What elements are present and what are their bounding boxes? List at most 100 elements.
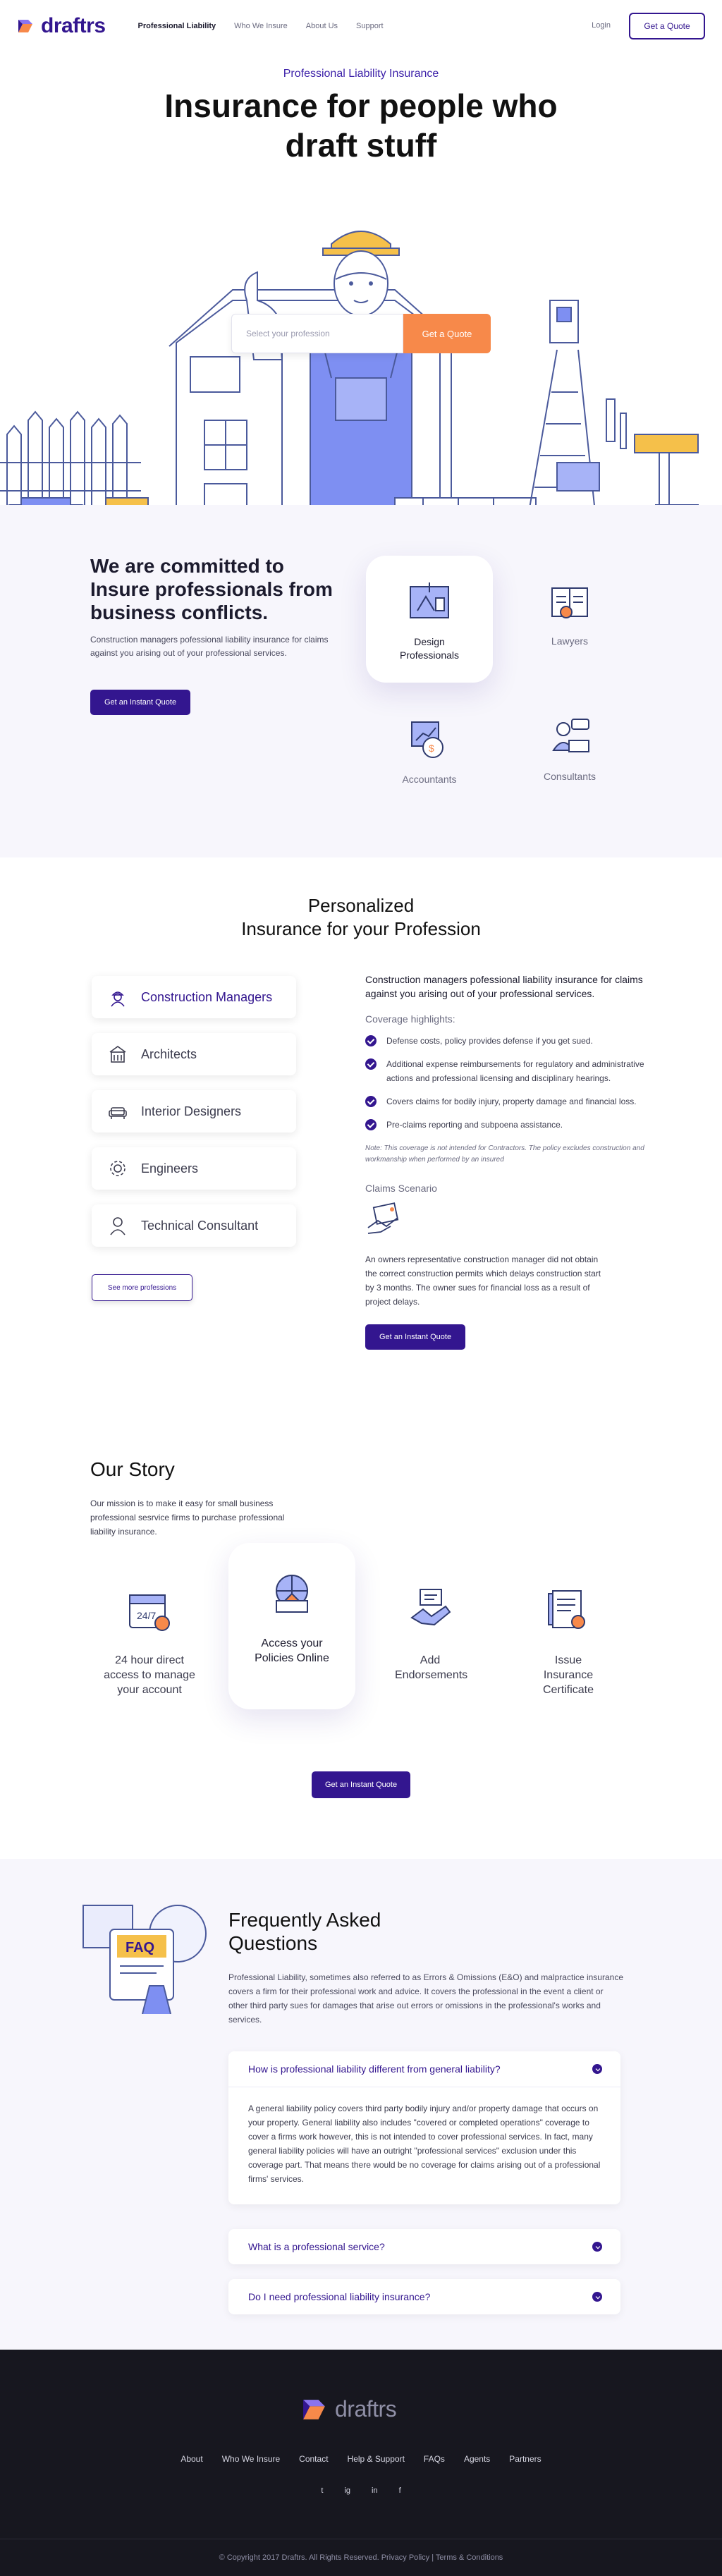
coverage-note: Note: This coverage is not intended for … <box>365 1144 644 1164</box>
claims-text: An owners representative construction ma… <box>365 1255 601 1307</box>
personalized-section: Personalized Insurance for your Professi… <box>0 857 722 1433</box>
chevron-down-icon[interactable] <box>592 2242 602 2252</box>
feature-label: Add Endorsements <box>395 1654 468 1681</box>
profession-detail: Construction managers pofessional liabil… <box>365 972 647 1350</box>
twitter-icon[interactable]: t <box>321 2486 323 2495</box>
coverage-item-text: Additional expense reimbursements for re… <box>386 1059 644 1083</box>
profession-item-label: Technical Consultant <box>141 1218 259 1233</box>
coverage-item-text: Pre-claims reporting and subpoena assist… <box>386 1120 563 1130</box>
profession-card-accountants[interactable]: $ Accountants <box>366 694 493 821</box>
facebook-icon[interactable]: f <box>399 2486 401 2495</box>
story-body: Our mission is to make it easy for small… <box>90 1498 285 1537</box>
footer-link-partners[interactable]: Partners <box>509 2454 541 2464</box>
architect-icon <box>109 1046 126 1063</box>
construction-worker-illustration <box>0 231 722 555</box>
nav-professional-liability[interactable]: Professional Liability <box>138 22 216 30</box>
nav-about-us[interactable]: About Us <box>306 22 338 30</box>
faq-section: FAQ Frequently Asked Questions Professio… <box>0 1859 722 2350</box>
faq-item-expanded: How is professional liability different … <box>228 2051 620 2204</box>
chevron-up-icon[interactable] <box>592 2064 602 2074</box>
nav-who-we-insure[interactable]: Who We Insure <box>234 22 288 30</box>
profession-item-label: Engineers <box>141 1161 199 1176</box>
profession-card-consultants[interactable]: Consultants <box>506 691 633 818</box>
see-more-professions-button[interactable]: See more professions <box>92 1274 192 1301</box>
footer-link-agents[interactable]: Agents <box>464 2454 490 2464</box>
logo-mark-icon <box>18 20 32 32</box>
personalized-title-line1: Personalized <box>307 895 415 916</box>
faq-description: Professional Liability, sometimes also r… <box>228 1972 623 2025</box>
calendar-24-7-icon: 24/7 <box>129 1594 170 1631</box>
feature-label: 24 hour direct access to manage your acc… <box>104 1654 195 1696</box>
claims-heading: Claims Scenario <box>365 1183 437 1194</box>
gear-icon <box>110 1161 126 1176</box>
login-link[interactable]: Login <box>592 21 611 30</box>
footer-link-about[interactable]: About <box>180 2454 202 2464</box>
coverage-item: Additional expense reimbursements for re… <box>365 1057 647 1085</box>
profession-label-design: Design Professionals <box>399 636 460 661</box>
footer-link-faqs[interactable]: FAQs <box>424 2454 445 2464</box>
hero-title-line2: draft stuff <box>285 127 437 164</box>
profession-item-architects[interactable]: Architects <box>92 1033 296 1075</box>
commitment-title: We are committed to Insure professionals… <box>90 555 333 623</box>
feature-label: Access your Policies Online <box>255 1637 329 1664</box>
consultant-icon <box>552 719 589 752</box>
hero-get-quote-button[interactable]: Get a Quote <box>403 314 491 353</box>
consultant-person-icon <box>110 1217 126 1235</box>
footer-link-contact[interactable]: Contact <box>299 2454 328 2464</box>
get-quote-button[interactable]: Get a Quote <box>629 13 705 39</box>
coverage-heading: Coverage highlights: <box>365 1013 455 1025</box>
faq-question[interactable]: How is professional liability different … <box>228 2051 620 2087</box>
profession-card-lawyers[interactable]: Lawyers <box>506 556 633 683</box>
coverage-item: Defense costs, policy provides defense i… <box>365 1034 647 1048</box>
commitment-quote-button[interactable]: Get an Instant Quote <box>90 690 190 715</box>
instagram-icon[interactable]: ig <box>344 2486 350 2495</box>
calculator-chart-icon: $ <box>411 721 443 758</box>
check-icon <box>365 1096 377 1107</box>
story-quote-button[interactable]: Get an Instant Quote <box>312 1771 410 1798</box>
profession-select[interactable]: Select your profession <box>231 314 403 353</box>
endorsement-handshake-icon <box>410 1589 451 1626</box>
feature-issue-certificate: Issue Insurance Certificate <box>505 1560 632 1726</box>
feature-add-endorsements: Add Endorsements <box>367 1560 494 1726</box>
chevron-down-icon[interactable] <box>592 2292 602 2302</box>
nav-support[interactable]: Support <box>356 22 384 30</box>
story-title: Our Story <box>90 1458 175 1480</box>
profession-item-construction-managers[interactable]: Construction Managers <box>92 976 296 1018</box>
hero-eyebrow: Professional Liability Insurance <box>283 68 439 80</box>
footer-link-help-support[interactable]: Help & Support <box>348 2454 405 2464</box>
faq-question-text: Do I need professional liability insuran… <box>248 2291 431 2302</box>
site-footer: draftrs About Who We Insure Contact Help… <box>0 2350 722 2576</box>
faq-question[interactable]: What is a professional service? <box>228 2229 620 2264</box>
footer-logo[interactable]: draftrs <box>301 2396 397 2422</box>
footer-link-who-we-insure[interactable]: Who We Insure <box>222 2454 280 2464</box>
faq-item: What is a professional service? <box>228 2229 620 2264</box>
personalized-quote-button[interactable]: Get an Instant Quote <box>365 1324 465 1350</box>
logo-mark-icon <box>303 2399 325 2419</box>
linkedin-icon[interactable]: in <box>372 2486 378 2495</box>
hero-quote-form: Select your profession Get a Quote <box>231 314 491 353</box>
commitment-section: We are committed to Insure professionals… <box>0 505 722 857</box>
coverage-item: Pre-claims reporting and subpoena assist… <box>365 1118 647 1132</box>
social-links: t ig in f <box>0 2486 722 2495</box>
profession-item-engineers[interactable]: Engineers <box>92 1147 296 1190</box>
faq-board-illustration: FAQ <box>82 1905 207 2014</box>
check-icon <box>365 1058 377 1070</box>
commitment-body: Construction managers pofessional liabil… <box>90 635 329 658</box>
logo-text: draftrs <box>41 14 106 37</box>
svg-text:$: $ <box>429 743 434 754</box>
hero: Professional Liability Insurance Insuran… <box>0 68 722 555</box>
profession-card-design[interactable]: Design Professionals <box>366 556 493 683</box>
profession-item-technical-consultant[interactable]: Technical Consultant <box>92 1204 296 1247</box>
our-story-section: Our Story Our mission is to make it easy… <box>0 1433 722 1859</box>
check-icon <box>365 1035 377 1046</box>
profession-item-interior-designers[interactable]: Interior Designers <box>92 1090 296 1133</box>
profession-label-lawyers: Lawyers <box>551 635 589 647</box>
profession-item-label: Interior Designers <box>141 1104 242 1118</box>
main-nav: Professional Liability Who We Insure Abo… <box>138 22 384 30</box>
faq-question[interactable]: Do I need professional liability insuran… <box>228 2279 620 2314</box>
faq-board-label: FAQ <box>126 1940 154 1955</box>
logo[interactable]: draftrs <box>17 14 106 38</box>
check-icon <box>365 1119 377 1130</box>
certificate-icon <box>548 1590 585 1629</box>
profession-intro: Construction managers pofessional liabil… <box>365 974 643 999</box>
